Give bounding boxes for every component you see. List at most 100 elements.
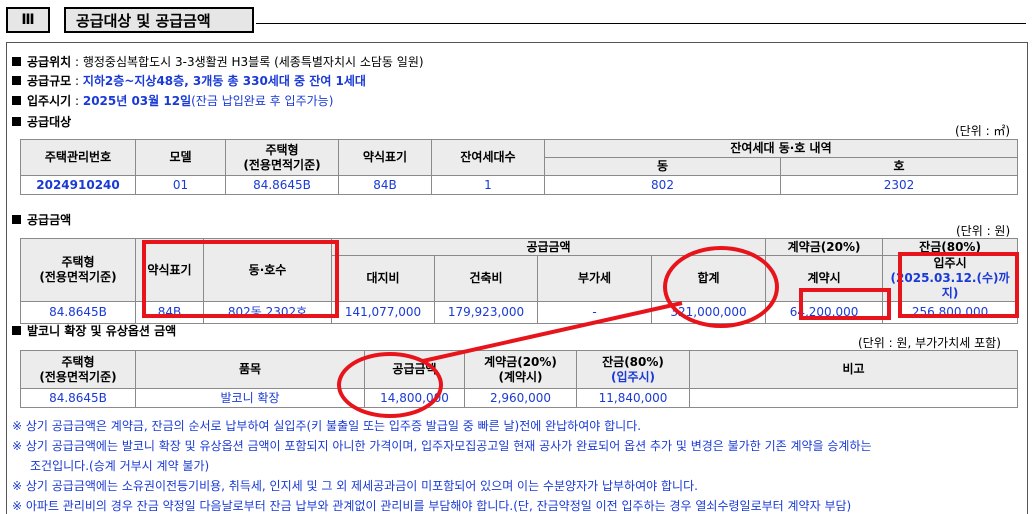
supply-target-heading: 공급대상: [12, 113, 71, 130]
col-header-abbr: 약식표기: [338, 139, 432, 176]
col-header-ho: 호: [780, 157, 1018, 176]
balcony-unit: (단위 : 원, 부가가치세 포함): [858, 336, 1001, 350]
info-value: 지하2층~지상48층, 3개동 총 330세대 중 잔여 1세대: [82, 74, 366, 88]
col-header-building: 건축비: [434, 255, 538, 302]
col-header-balance-sub: 입주시 (2025.03.12.(수)까지): [882, 255, 1019, 302]
section-header: Ⅲ 공급대상 및 공급금액: [6, 7, 254, 33]
col-header-vat: 부가세: [537, 255, 652, 302]
bullet-square-icon: [12, 117, 21, 126]
col-header-deposit-line1: 계약금(20%): [484, 354, 557, 369]
supply-price-heading: 공급금액: [12, 211, 71, 228]
section-number: Ⅲ: [6, 7, 50, 33]
info-scale: 공급규모 : 지하2층~지상48층, 3개동 총 330세대 중 잔여 1세대: [12, 72, 366, 89]
col-header-model: 모델: [135, 139, 226, 176]
table-row: 84.8645B 발코니 확장 14,800,000 2,960,000 11,…: [20, 388, 1018, 408]
col-header-item: 품목: [135, 350, 365, 389]
col-header-price: 공급금액: [330, 238, 767, 256]
bullet-square-icon: [12, 76, 21, 85]
section-title: 공급대상 및 공급금액: [64, 7, 254, 33]
cell-type: 84.8645B: [20, 301, 136, 324]
cell-mgmt-no: 2024910240: [20, 175, 136, 195]
info-label: 공급위치: [27, 55, 72, 69]
supply-target-heading-label: 공급대상: [27, 115, 72, 129]
supply-price-heading-label: 공급금액: [27, 213, 72, 227]
col-header-type: 주택형 (전용면적기준): [20, 238, 136, 302]
col-header-total: 합계: [650, 255, 767, 302]
cell-dong: 802: [544, 175, 781, 195]
col-header-type-line2: (전용면적기준): [39, 369, 117, 384]
table-row: 2024910240 01 84.8645B 84B 1 802 2302: [20, 175, 1018, 195]
cell-abbr: 84B: [135, 301, 204, 324]
info-suffix: (잔금 납입완료 후 입주가능): [191, 94, 334, 108]
col-header-mgmt-no: 주택관리번호: [20, 139, 136, 176]
col-header-balance-line2: (입주시): [610, 369, 656, 384]
cell-remarks: [689, 388, 1018, 408]
info-value: 행정중심복합도시 3-3생활권 H3블록 (세종특별자치시 소담동 일원): [82, 55, 424, 69]
supply-price-table: 주택형 (전용면적기준) 약식표기 동·호수 공급금액 계약금(20%) 잔금(…: [20, 238, 1019, 324]
note-item: ※ 아파트 관리비의 경우 잔금 약정일 다음날로부터 잔금 납부와 관계없이 …: [12, 499, 852, 513]
info-value: 2025년 03월 12일: [82, 94, 192, 108]
col-header-remarks: 비고: [689, 350, 1018, 389]
supply-price-unit: (단위 : 원): [956, 224, 1011, 238]
cell-type: 84.8645B: [20, 388, 136, 408]
cell-building: 179,923,000: [434, 301, 538, 324]
note-item: ※ 상기 공급금액은 계약금, 잔금의 순서로 납부하여 실입주(키 불출일 또…: [12, 419, 642, 433]
cell-remaining: 1: [431, 175, 545, 195]
col-header-remaining: 잔여세대수: [431, 139, 545, 176]
table-row: 84.8645B 84B 802동 2302호 141,077,000 179,…: [20, 301, 1019, 324]
col-header-deposit-sub: 계약시: [765, 255, 884, 302]
col-header-abbr: 약식표기: [135, 238, 204, 302]
bullet-square-icon: [12, 96, 21, 105]
cell-total: 321,000,000: [650, 301, 767, 324]
col-header-type-line1: 주택형: [61, 354, 95, 369]
col-header-land: 대지비: [331, 255, 435, 302]
info-label: 입주시기: [27, 94, 72, 108]
col-header-type-line1: 주택형: [61, 255, 95, 269]
cell-type: 84.8645B: [225, 175, 339, 195]
note-item: ※ 상기 공급금액에는 소유권이전등기비용, 취득세, 인지세 및 그 외 제세…: [12, 479, 698, 493]
cell-deposit: 64,200,000: [765, 301, 884, 324]
col-header-type-line2: (전용면적기준): [39, 270, 117, 284]
section-divider: [256, 23, 1026, 24]
info-colon: :: [71, 73, 83, 88]
cell-price: 14,800,000: [364, 388, 465, 408]
col-header-type: 주택형 (전용면적기준): [225, 139, 339, 176]
cell-abbr: 84B: [338, 175, 432, 195]
cell-unit-no: 802동 2302호: [203, 301, 332, 324]
col-header-type-line2: (전용면적기준): [243, 157, 321, 172]
balcony-heading: 발코니 확장 및 유상옵션 금액: [12, 322, 176, 339]
cell-model: 01: [135, 175, 226, 195]
info-colon: :: [71, 54, 83, 69]
col-header-deposit: 계약금(20%): [765, 238, 884, 256]
bullet-square-icon: [12, 215, 21, 224]
cell-deposit: 2,960,000: [464, 388, 577, 408]
cell-vat: -: [537, 301, 652, 324]
cell-ho: 2302: [780, 175, 1018, 195]
col-header-type-line1: 주택형: [265, 142, 299, 157]
col-header-unit-no: 동·호수: [203, 238, 332, 302]
col-header-balance-line1: 잔금(80%): [602, 354, 664, 369]
note-item: 조건입니다.(승계 거부시 계약 불가): [30, 459, 210, 473]
col-header-balance: 잔금(80%) (입주시): [576, 350, 690, 389]
col-header-deposit: 계약금(20%) (계약시): [464, 350, 577, 389]
col-header-details: 잔여세대 동·호 내역: [544, 139, 1018, 158]
info-colon: :: [71, 93, 83, 108]
balcony-heading-label: 발코니 확장 및 유상옵션 금액: [27, 324, 177, 338]
info-label: 공급규모: [27, 74, 72, 88]
supply-target-table: 주택관리번호 모델 주택형 (전용면적기준) 약식표기 잔여세대수 잔여세대 동…: [20, 139, 1018, 195]
info-location: 공급위치 : 행정중심복합도시 3-3생활권 H3블록 (세종특별자치시 소담동…: [12, 53, 424, 70]
bullet-square-icon: [12, 57, 21, 66]
balcony-table: 주택형 (전용면적기준) 품목 공급금액 계약금(20%) (계약시) 잔금(8…: [20, 350, 1018, 408]
bullet-square-icon: [12, 326, 21, 335]
info-move-in: 입주시기 : 2025년 03월 12일 (잔금 납입완료 후 입주가능): [12, 92, 333, 109]
col-header-balance-sub-label: 입주시: [933, 256, 967, 271]
cell-land: 141,077,000: [331, 301, 435, 324]
col-header-deposit-line2: (계약시): [498, 369, 543, 384]
cell-item: 발코니 확장: [135, 388, 365, 408]
cell-balance: 11,840,000: [576, 388, 690, 408]
col-header-type: 주택형 (전용면적기준): [20, 350, 136, 389]
notes: ※ 상기 공급금액은 계약금, 잔금의 순서로 납부하여 실입주(키 불출일 또…: [12, 416, 1012, 514]
col-header-price: 공급금액: [364, 350, 465, 389]
col-header-balance-date: (2025.03.12.(수)까지): [890, 271, 1010, 300]
col-header-dong: 동: [544, 157, 781, 176]
